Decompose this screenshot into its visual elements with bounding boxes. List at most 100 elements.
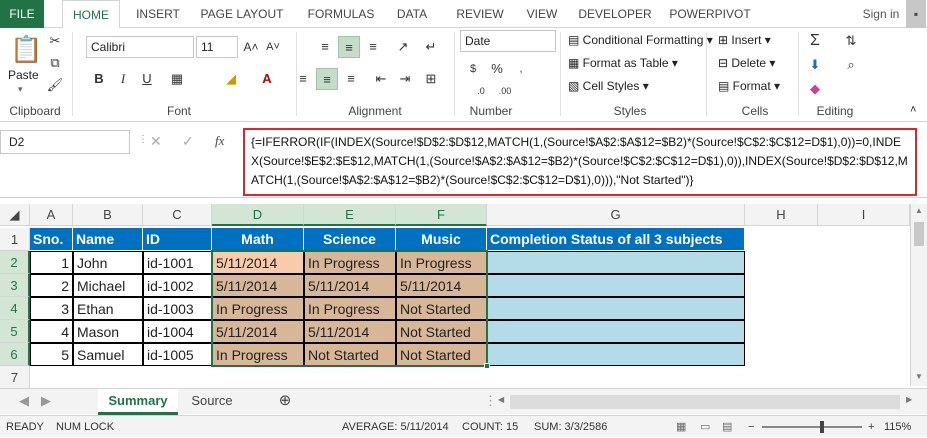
cell-c2[interactable]: id-1001 [143,251,212,274]
zoom-in-icon[interactable]: + [868,416,874,438]
cell-g1[interactable]: Completion Status of all 3 subjects [487,228,745,251]
align-bottom-icon[interactable]: ≡ [362,36,384,58]
align-center-icon[interactable]: ≡ [316,68,338,90]
zoom-slider[interactable] [762,426,862,428]
paste-icon[interactable]: 📋 [10,34,42,65]
row-header-2[interactable]: 2 [0,251,30,274]
cell-e6[interactable]: Not Started [304,343,396,366]
currency-icon[interactable]: $ [462,58,484,80]
number-format-select[interactable]: Date [460,30,556,52]
cell-f1[interactable]: Music [396,228,487,251]
comma-style-icon[interactable]: , [510,58,532,80]
cell-f5[interactable]: Not Started [396,320,487,343]
cell-b4[interactable]: Ethan [73,297,143,320]
tab-developer[interactable]: DEVELOPER [578,0,652,28]
autosum-icon[interactable]: Σ [804,30,826,52]
scrollbar-thumb[interactable] [914,222,924,246]
delete-cells-button[interactable]: ⊟ Delete ▾ [718,56,775,70]
cell-e5[interactable]: 5/11/2014 [304,320,396,343]
cell-g6[interactable] [487,343,745,366]
cell-g3[interactable] [487,274,745,297]
cell-a2[interactable]: 1 [30,251,73,274]
insert-cells-button[interactable]: ⊞ Insert ▾ [718,33,771,47]
sort-filter-icon[interactable]: ⇅ [840,30,862,52]
increase-indent-icon[interactable]: ⇥ [394,68,416,90]
col-header-h[interactable]: H [745,204,818,226]
enter-icon[interactable]: ✓ [182,133,194,150]
normal-view-icon[interactable]: ▦ [676,416,686,438]
bold-button[interactable]: B [88,68,110,90]
select-all-corner[interactable]: ◢ [0,204,30,226]
page-break-view-icon[interactable]: ▤ [722,416,732,438]
col-header-b[interactable]: B [73,204,143,226]
tab-file[interactable]: FILE [0,0,44,28]
sign-in-link[interactable]: Sign in [856,0,906,28]
tab-powerpivot[interactable]: POWERPIVOT [668,0,752,28]
tab-page-layout[interactable]: PAGE LAYOUT [196,0,288,28]
cell-e3[interactable]: 5/11/2014 [304,274,396,297]
align-top-icon[interactable]: ≡ [314,36,336,58]
next-sheet-icon[interactable]: ▶ [38,389,54,415]
col-header-d[interactable]: D [212,204,304,226]
conditional-formatting-button[interactable]: ▤ Conditional Formatting ▾ [568,33,713,47]
col-header-c[interactable]: C [143,204,212,226]
cell-e1[interactable]: Science [304,228,396,251]
cell-d6[interactable]: In Progress [212,343,304,366]
cell-b2[interactable]: John [73,251,143,274]
cell-g5[interactable] [487,320,745,343]
format-cells-button[interactable]: ▤ Format ▾ [718,79,780,93]
cell-b1[interactable]: Name [73,228,143,251]
cell-d5[interactable]: 5/11/2014 [212,320,304,343]
row-header-3[interactable]: 3 [0,274,30,297]
cell-e4[interactable]: In Progress [304,297,396,320]
cell-a5[interactable]: 4 [30,320,73,343]
col-header-f[interactable]: F [396,204,487,226]
clear-icon[interactable]: ◆ [804,78,826,100]
cell-d4[interactable]: In Progress [212,297,304,320]
tab-view[interactable]: VIEW [522,0,562,28]
tab-data[interactable]: DATA [392,0,432,28]
cell-f2[interactable]: In Progress [396,251,487,274]
font-name-select[interactable]: Calibri [86,36,194,58]
cell-c5[interactable]: id-1004 [143,320,212,343]
underline-button[interactable]: U [136,68,158,90]
italic-button[interactable]: I [112,68,134,90]
row-header-6[interactable]: 6 [0,343,30,366]
sheet-tab-summary[interactable]: Summary [98,389,178,415]
fill-handle[interactable] [484,363,490,369]
percent-icon[interactable]: % [486,58,508,80]
col-header-a[interactable]: A [30,204,73,226]
align-left-icon[interactable]: ≡ [292,68,314,90]
cell-c3[interactable]: id-1002 [143,274,212,297]
cell-b3[interactable]: Michael [73,274,143,297]
orientation-icon[interactable]: ↗ [392,36,414,58]
format-painter-icon[interactable]: 🖌 [44,74,66,96]
cell-d3[interactable]: 5/11/2014 [212,274,304,297]
tab-home[interactable]: HOME [62,0,120,29]
account-icon[interactable]: ▪ [906,0,926,28]
tab-insert[interactable]: INSERT [128,0,188,28]
vertical-scrollbar[interactable]: ▲ ▼ [910,204,927,386]
cell-e2[interactable]: In Progress [304,251,396,274]
row-header-1[interactable]: 1 [0,228,30,251]
fill-icon[interactable]: ⬇ [804,54,826,76]
col-header-e[interactable]: E [304,204,396,226]
collapse-ribbon-icon[interactable]: ˄ [910,104,916,116]
formula-input[interactable]: {=IFERROR(IF(INDEX(Source!$D$2:$D$12,MAT… [243,128,917,196]
page-layout-view-icon[interactable]: ▭ [700,416,710,438]
fill-color-icon[interactable]: ◢ [220,68,242,90]
scroll-up-icon[interactable]: ▲ [913,206,925,218]
cell-b6[interactable]: Samuel [73,343,143,366]
increase-font-icon[interactable]: A˄ [240,36,262,58]
cell-g4[interactable] [487,297,745,320]
cell-f4[interactable]: Not Started [396,297,487,320]
insert-function-button[interactable]: fx [215,133,224,149]
sheet-tab-source[interactable]: Source [180,389,244,415]
decrease-font-icon[interactable]: A˅ [262,36,284,58]
align-right-icon[interactable]: ≡ [340,68,362,90]
scroll-right-icon[interactable]: ▶ [906,395,916,407]
name-box[interactable]: D2 [0,130,130,154]
col-header-g[interactable]: G [487,204,745,226]
zoom-slider-thumb[interactable] [820,421,824,433]
tab-review[interactable]: REVIEW [450,0,510,28]
